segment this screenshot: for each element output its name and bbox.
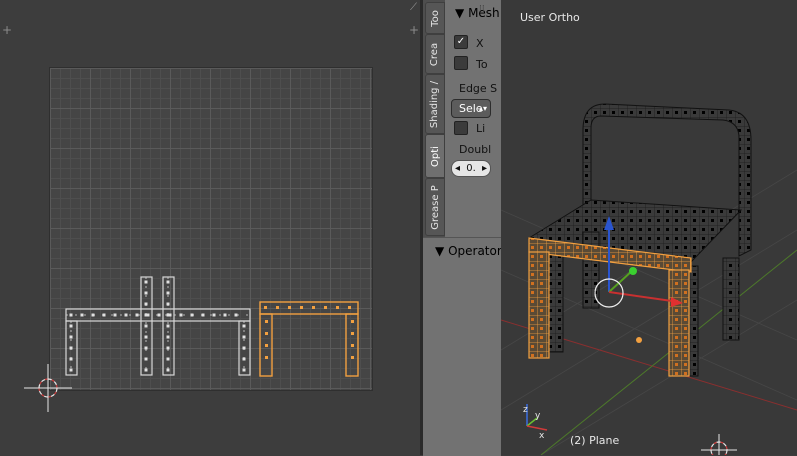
chair-back-leg-left: [582, 231, 600, 309]
mesh-options-panel: ▼ Mesh ✓ X To Edge S Sele ▴▾ Li Doubl ◂ …: [445, 0, 501, 237]
uv-islands[interactable]: [0, 0, 420, 455]
live-unwrap-checkbox[interactable]: [454, 121, 468, 135]
svg-text:z: z: [523, 405, 528, 415]
tab-create[interactable]: Crea: [425, 34, 445, 74]
tab-options[interactable]: Opti: [425, 134, 445, 178]
double-threshold-field[interactable]: ◂ 0. ▸: [451, 160, 491, 177]
x-mirror-label: X: [476, 37, 484, 50]
topology-mirror-checkbox[interactable]: [454, 56, 468, 70]
updown-arrows-icon: ▴▾: [478, 104, 487, 113]
live-unwrap-label: Li: [476, 122, 486, 135]
tab-tools[interactable]: Too: [425, 2, 445, 34]
3d-viewport[interactable]: y x z User Ortho (2) Plane: [501, 0, 797, 455]
uv-editor-area[interactable]: + + ⟋: [0, 0, 420, 455]
tab-shading-uvs[interactable]: Shading /: [425, 74, 445, 134]
x-mirror-checkbox[interactable]: ✓: [454, 35, 468, 49]
panel-collapse-arrow-icon: ▼: [455, 6, 465, 20]
edge-select-mode-dropdown[interactable]: Sele ▴▾: [451, 99, 491, 118]
tool-shelf-tab-strip: Too Crea Shading / Opti Grease P: [423, 0, 445, 237]
topology-mirror-label: To: [476, 58, 488, 71]
edge-select-mode-label: Edge S: [459, 82, 498, 95]
operator-panel-header[interactable]: ▼ Operator: [435, 244, 502, 258]
decrement-arrow-icon[interactable]: ◂: [455, 161, 460, 176]
uv-island-selected-top: [259, 301, 359, 315]
3d-cursor-icon[interactable]: [701, 434, 737, 455]
viewport-scene[interactable]: y x z: [501, 0, 797, 455]
mesh-panel-header[interactable]: ▼ Mesh: [455, 6, 500, 20]
double-threshold-value: 0.: [466, 163, 476, 174]
chair-mesh[interactable]: [527, 103, 752, 377]
view-mode-label: User Ortho: [520, 11, 580, 24]
chair-back-leg-right: [722, 257, 740, 341]
increment-arrow-icon[interactable]: ▸: [482, 161, 487, 176]
operator-panel-title: Operator: [448, 244, 502, 258]
panel-drag-grip-icon[interactable]: ⁞⁞: [479, 4, 485, 14]
selected-front-leg-left: [528, 251, 550, 359]
2d-cursor-icon[interactable]: [24, 364, 72, 412]
operator-panel: ▼ Operator: [423, 237, 502, 456]
object-origin-icon: [636, 337, 642, 343]
active-object-label: (2) Plane: [570, 434, 620, 447]
svg-text:x: x: [539, 431, 545, 441]
svg-text:y: y: [535, 411, 541, 421]
panel-collapse-arrow-icon: ▼: [435, 244, 445, 258]
tab-grease-pencil[interactable]: Grease P: [425, 178, 445, 236]
selected-front-leg-right: [668, 269, 690, 377]
double-threshold-label: Doubl: [459, 143, 492, 156]
view-axes-gizmo-icon: y x z: [523, 404, 548, 441]
